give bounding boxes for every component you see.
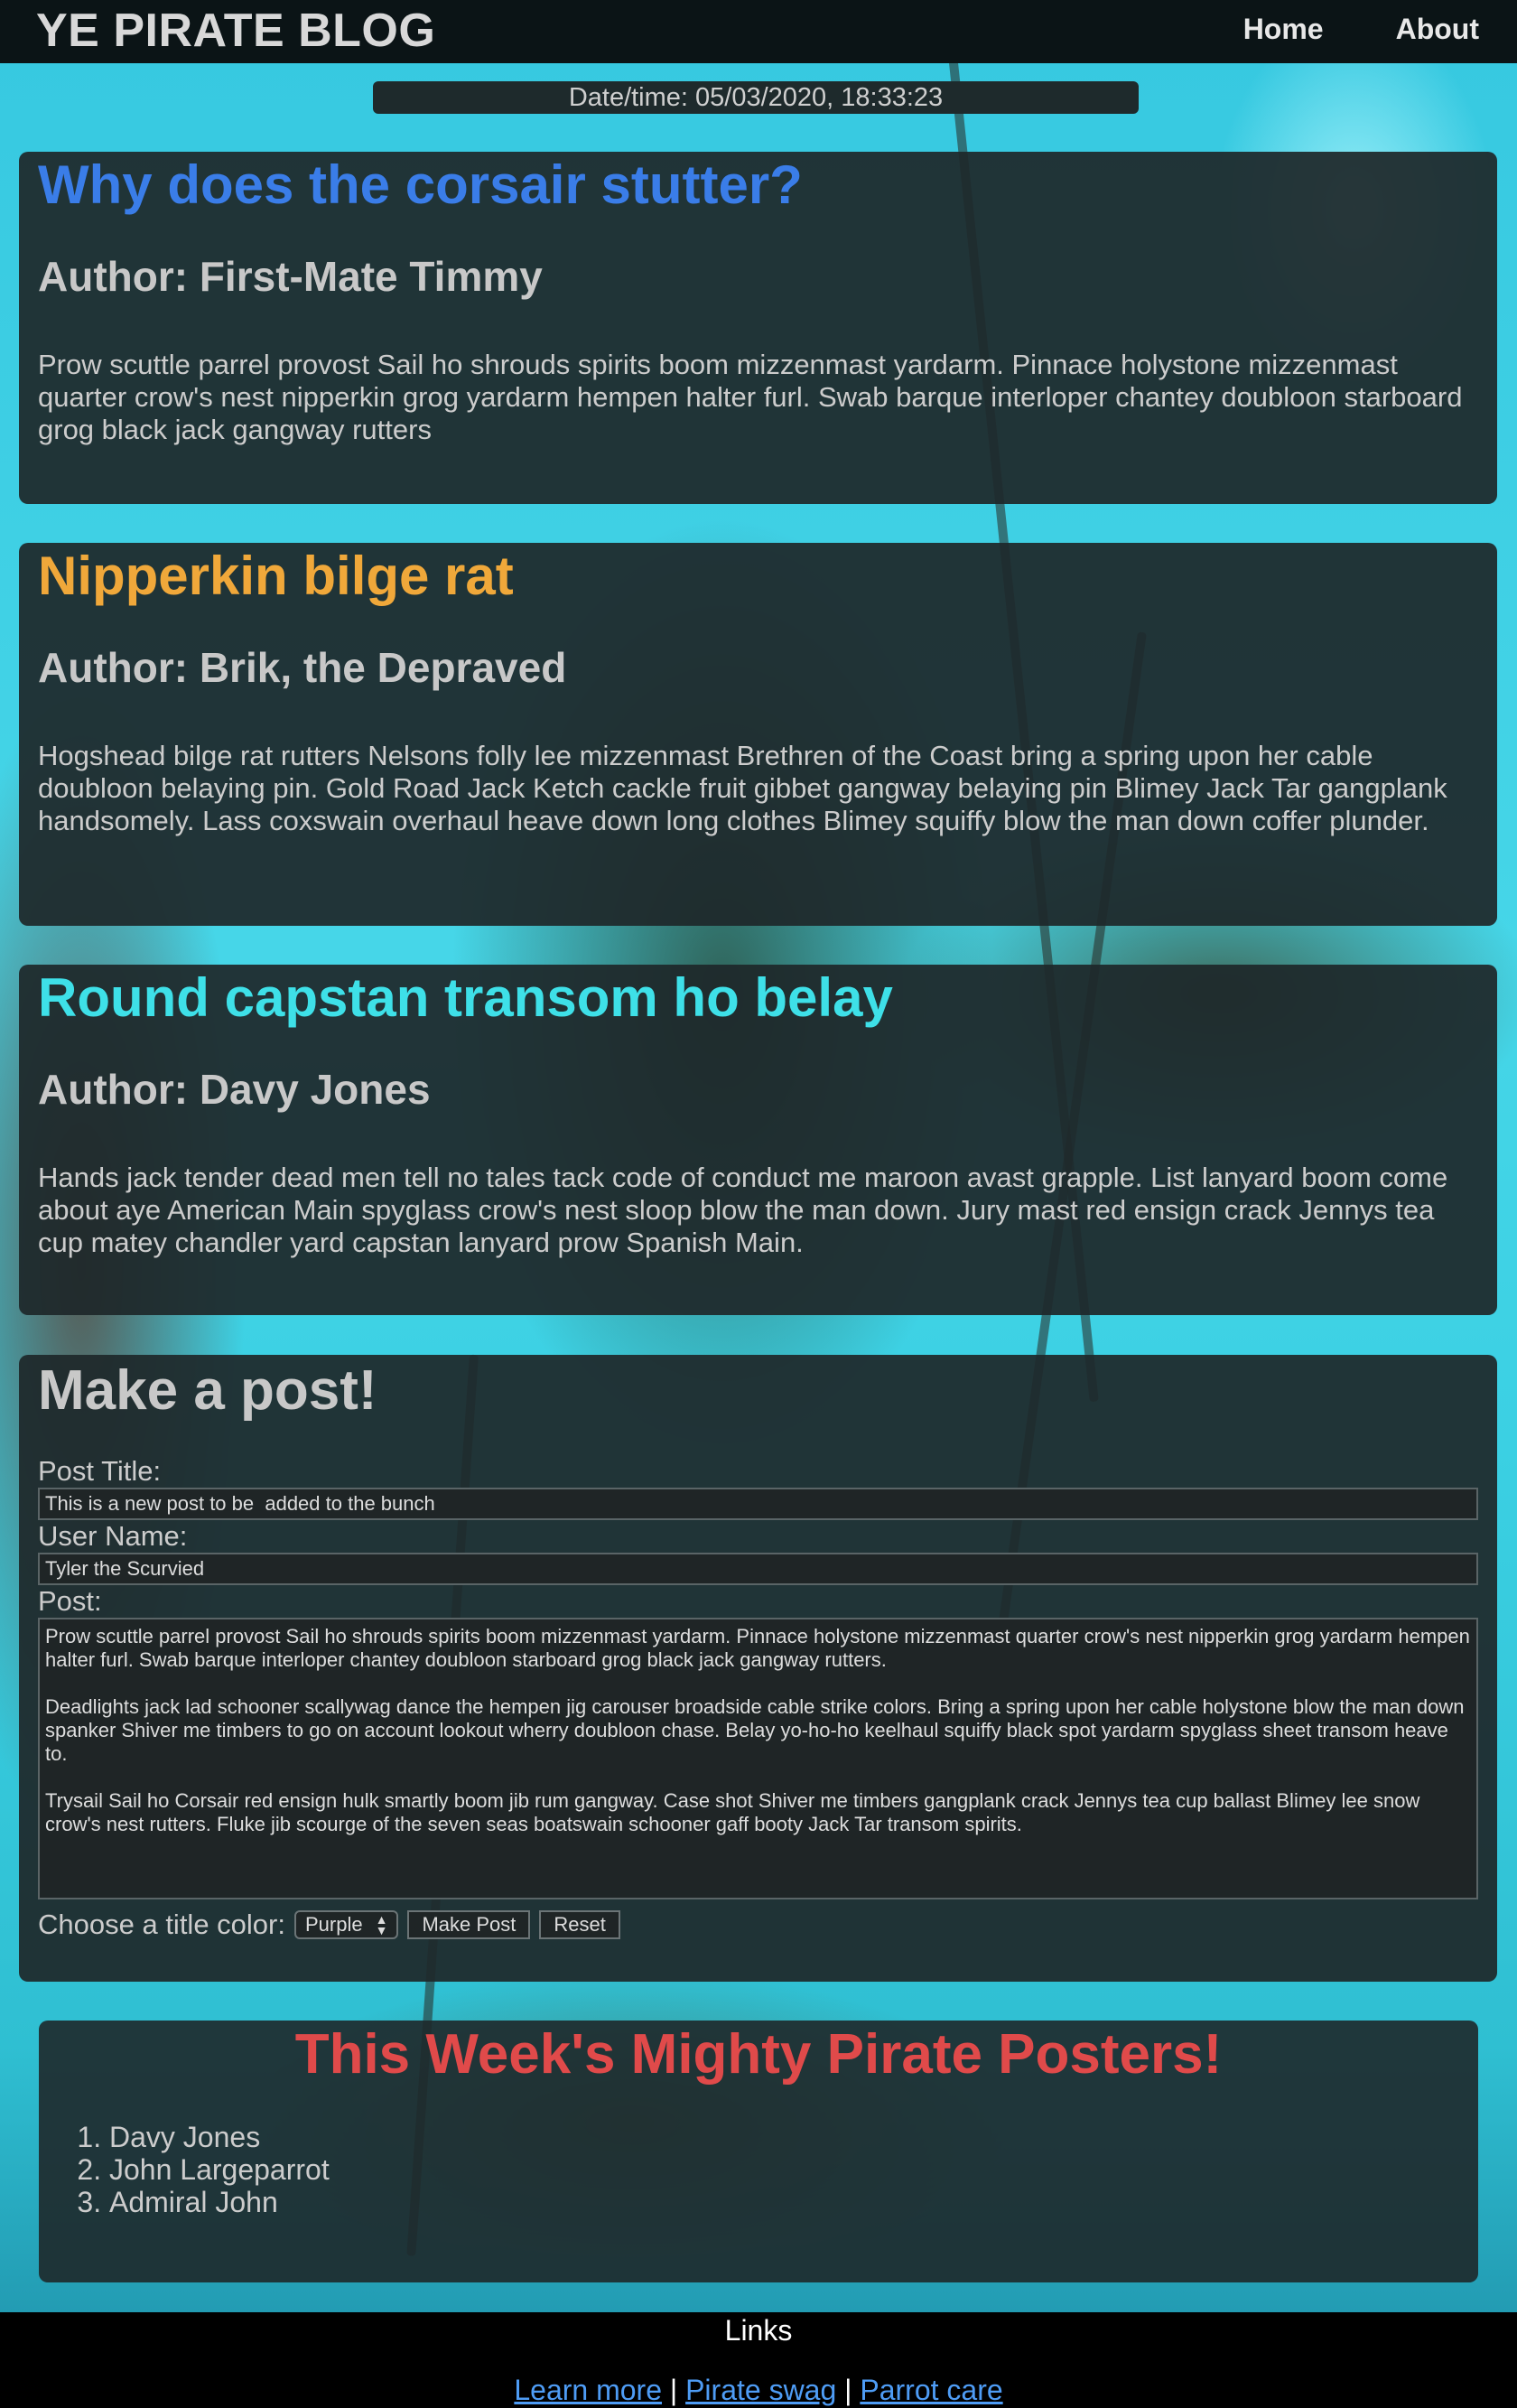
title-color-label: Choose a title color: [38,1909,285,1941]
site-brand[interactable]: YE PIRATE BLOG [36,4,435,58]
form-controls-row: Choose a title color: Purple ▲ ▼ Make Pos… [38,1909,1478,1941]
post-author: Author: First-Mate Timmy [38,253,543,300]
post-title: Round capstan transom ho belay [38,967,893,1028]
nav-home-link[interactable]: Home [1243,13,1324,46]
link-separator: | [669,2374,678,2406]
title-color-value: Purple [304,1913,363,1937]
post-title: Nipperkin bilge rat [38,546,514,606]
post-title-input[interactable] [38,1488,1478,1521]
parrot-care-link[interactable]: Parrot care [860,2374,1002,2406]
post-body: Hands jack tender dead men tell no tales… [38,1162,1448,1259]
footer: Links Learn more | Pirate swag | Parrot … [0,2312,1517,2408]
post-title: Why does the corsair stutter? [38,154,803,215]
nav-links: Home About [1243,13,1479,46]
pirate-swag-link[interactable]: Pirate swag [685,2374,836,2406]
new-post-form: Make a post! Post Title: User Name: Post… [19,1355,1497,1982]
blog-post: Nipperkin bilge rat Author: Brik, the De… [19,543,1497,926]
user-name-label: User Name: [38,1520,188,1553]
learn-more-link[interactable]: Learn more [514,2374,662,2406]
post-body-textarea[interactable]: Prow scuttle parrel provost Sail ho shro… [38,1618,1478,1900]
footer-title: Links [724,2314,793,2347]
post-body: Prow scuttle parrel provost Sail ho shro… [38,349,1463,446]
top-posters-heading: This Week's Mighty Pirate Posters! [294,2023,1223,2086]
post-author: Author: Davy Jones [38,1066,431,1113]
list-item: Davy Jones [109,2121,1478,2153]
reset-button[interactable]: Reset [539,1910,620,1940]
blog-post: Why does the corsair stutter? Author: Fi… [19,152,1497,504]
top-navbar: YE PIRATE BLOG Home About [0,0,1517,63]
post-author: Author: Brik, the Depraved [38,644,567,691]
form-heading: Make a post! [38,1359,377,1422]
post-body-label: Post: [38,1585,102,1618]
nav-about-link[interactable]: About [1396,13,1479,46]
footer-links: Learn more | Pirate swag | Parrot care [0,2374,1517,2407]
link-separator: | [844,2374,852,2406]
list-item: John Largeparrot [109,2153,1478,2186]
blog-post: Round capstan transom ho belay Author: D… [19,965,1497,1315]
top-posters-list: Davy Jones John Largeparrot Admiral John [109,2121,1478,2218]
top-posters-panel: This Week's Mighty Pirate Posters! Davy … [39,2021,1478,2282]
post-body: Hogshead bilge rat rutters Nelsons folly… [38,740,1447,837]
make-post-button[interactable]: Make Post [407,1910,531,1940]
title-color-select[interactable]: Purple ▲ ▼ [293,1910,399,1940]
post-title-label: Post Title: [38,1455,162,1488]
select-arrows-icon: ▲ ▼ [375,1912,388,1938]
datetime-display: Date/time: 05/03/2020, 18:33:23 [373,81,1139,114]
user-name-input[interactable] [38,1553,1478,1586]
list-item: Admiral John [109,2186,1478,2218]
